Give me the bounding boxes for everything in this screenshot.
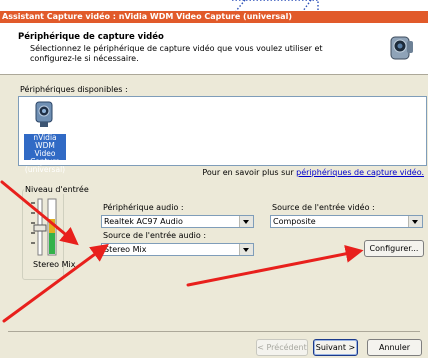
camcorder-icon bbox=[390, 36, 413, 60]
chevron-down-icon[interactable] bbox=[239, 244, 253, 255]
device-name: nVidia WDM Video Capture (universal) bbox=[24, 133, 66, 174]
chevron-down-icon[interactable] bbox=[239, 216, 253, 227]
cancel-button[interactable]: Annuler bbox=[367, 339, 422, 356]
video-source-label: Source de l'entrée vidéo : bbox=[272, 203, 375, 212]
title-bar: Assistant Capture vidéo : nVidia WDM Vid… bbox=[0, 11, 428, 23]
info-line: Pour en savoir plus sur périphériques de… bbox=[202, 168, 424, 177]
video-source-value: Composite bbox=[273, 217, 316, 226]
stereo-mix-label: Stereo Mix bbox=[33, 260, 76, 269]
wizard-header: Périphérique de capture vidéo Sélectionn… bbox=[0, 23, 428, 75]
devices-label: Périphériques disponibles : bbox=[20, 85, 128, 94]
chevron-down-icon[interactable] bbox=[408, 216, 422, 227]
page-subtitle: Sélectionnez le périphérique de capture … bbox=[30, 44, 323, 63]
capture-devices-link[interactable]: périphériques de capture vidéo. bbox=[296, 168, 424, 177]
configure-button[interactable]: Configurer... bbox=[364, 240, 424, 257]
webcam-icon bbox=[35, 101, 53, 127]
info-prefix: Pour en savoir plus sur bbox=[202, 168, 297, 177]
previous-button[interactable]: < Précédent bbox=[256, 339, 308, 356]
audio-source-select[interactable]: Stereo Mix bbox=[101, 243, 254, 256]
audio-source-label: Source de l'entrée audio : bbox=[103, 231, 207, 240]
video-source-select[interactable]: Composite bbox=[270, 215, 423, 228]
capture-wizard-dialog: Assistant Capture vidéo : nVidia WDM Vid… bbox=[0, 11, 428, 358]
device-item[interactable]: nVidia WDM Video Capture (universal) bbox=[24, 99, 66, 174]
input-level-title: Niveau d'entrée bbox=[24, 185, 90, 194]
audio-source-value: Stereo Mix bbox=[104, 245, 147, 254]
audio-device-select[interactable]: Realtek AC97 Audio bbox=[101, 215, 254, 228]
devices-list: nVidia WDM Video Capture (universal) bbox=[18, 96, 427, 174]
footer-divider bbox=[8, 331, 420, 332]
window-title: Assistant Capture vidéo : nVidia WDM Vid… bbox=[2, 12, 292, 21]
next-button[interactable]: Suivant > bbox=[313, 339, 358, 356]
audio-device-value: Realtek AC97 Audio bbox=[104, 217, 183, 226]
level-meter bbox=[31, 198, 57, 256]
audio-device-label: Périphérique audio : bbox=[103, 203, 184, 212]
page-title: Périphérique de capture vidéo bbox=[18, 32, 164, 42]
